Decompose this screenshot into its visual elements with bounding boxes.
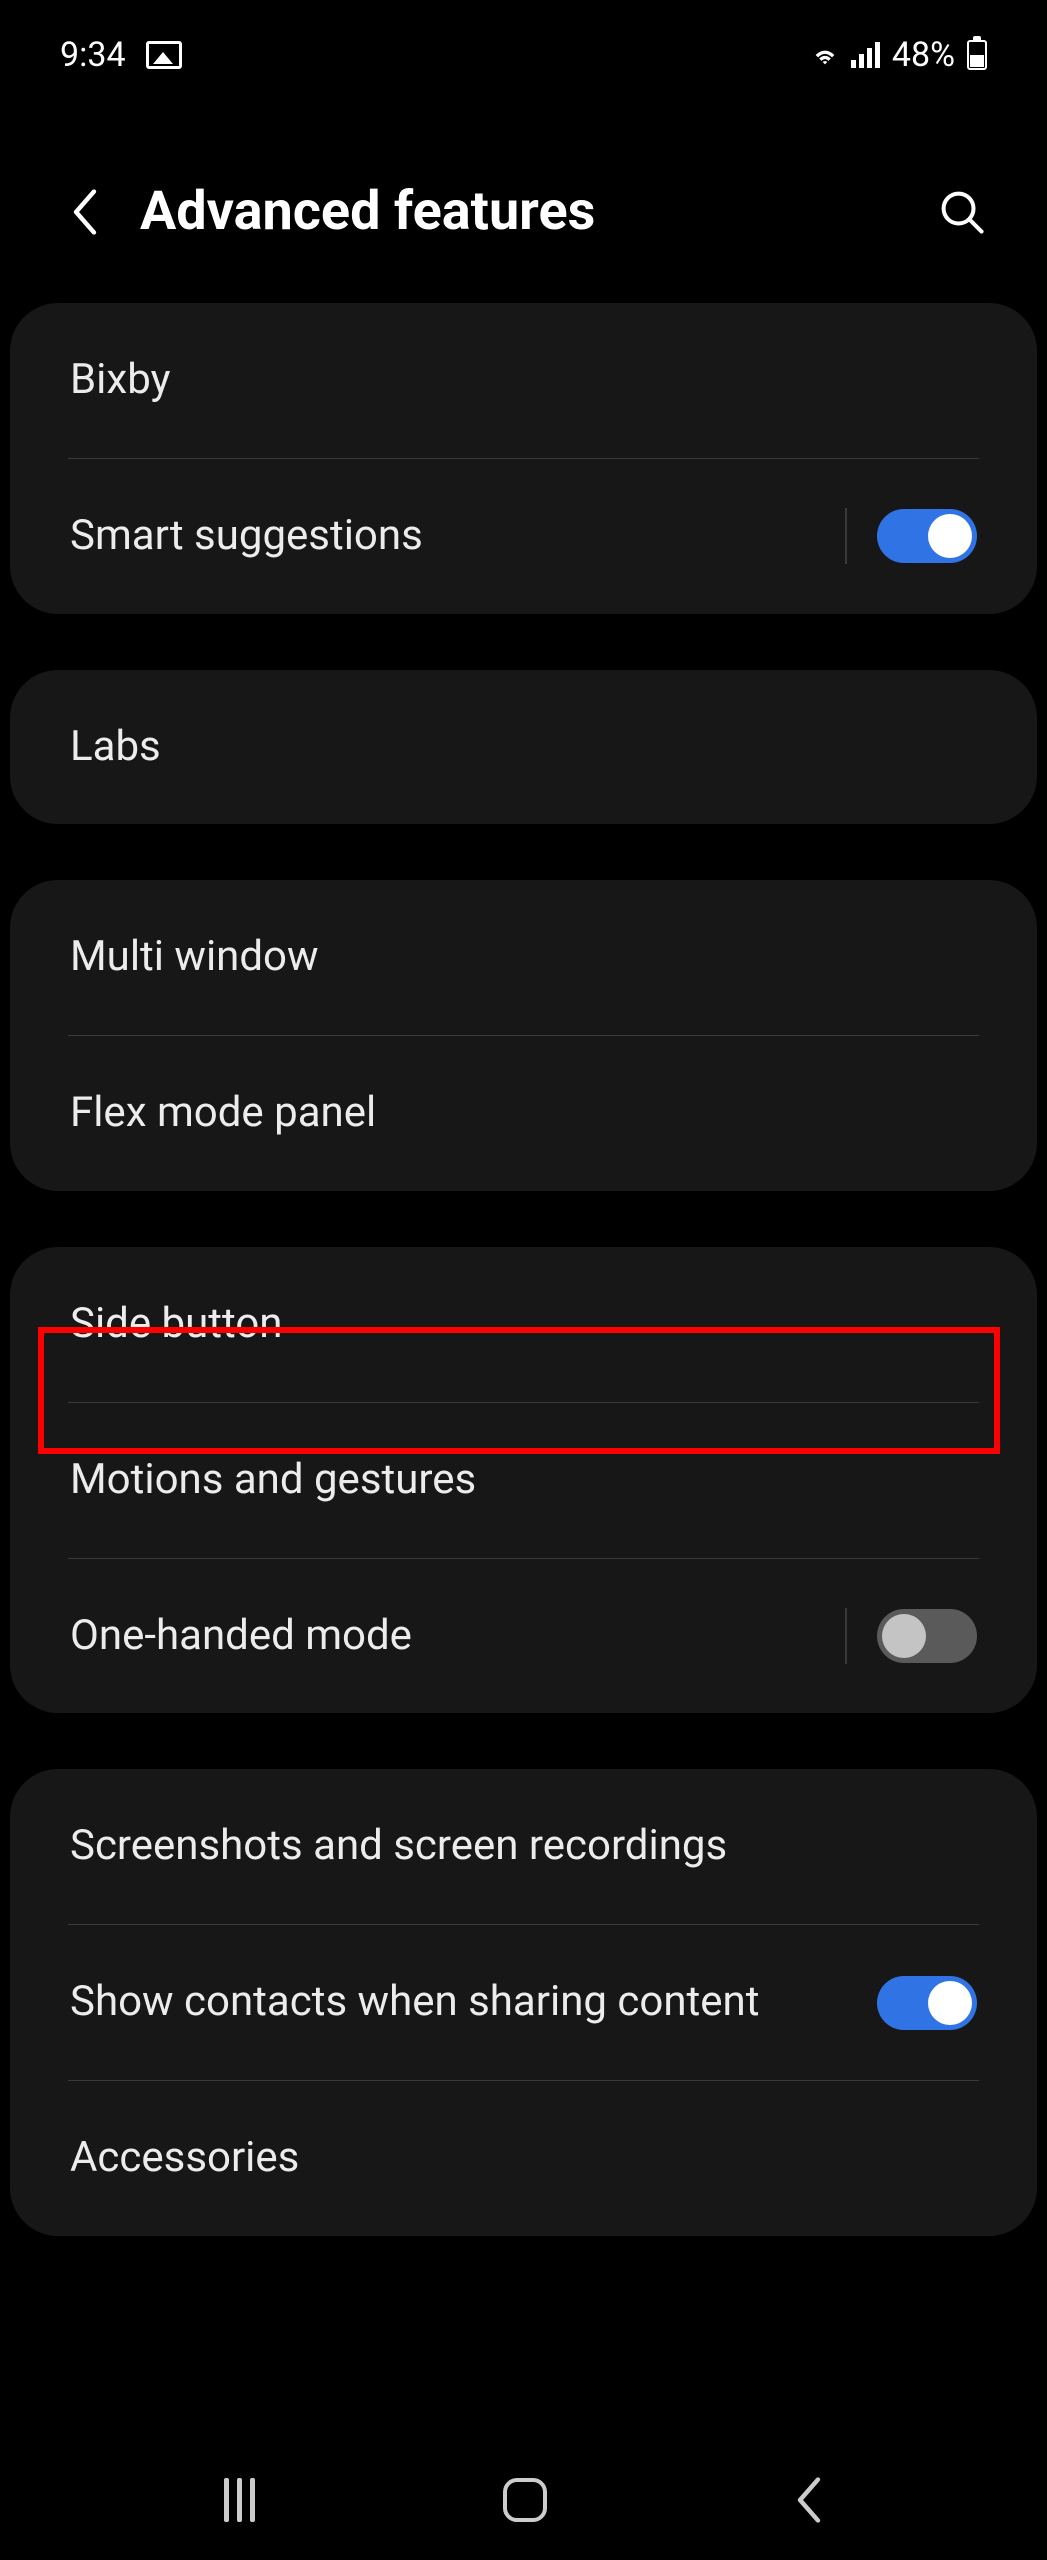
back-button[interactable] xyxy=(60,187,110,237)
toggle-container xyxy=(845,508,977,564)
page-title: Advanced features xyxy=(140,180,907,243)
nav-recents-button[interactable] xyxy=(224,2478,255,2522)
nav-back-button[interactable] xyxy=(795,2477,823,2523)
toggle-switch[interactable] xyxy=(877,509,977,563)
item-label: Flex mode panel xyxy=(70,1084,977,1143)
header: Advanced features xyxy=(0,100,1047,303)
list-item-flex-mode-panel[interactable]: Flex mode panel xyxy=(10,1036,1037,1191)
wifi-icon xyxy=(811,43,839,67)
signal-icon xyxy=(851,42,880,68)
list-item-smart-suggestions[interactable]: Smart suggestions xyxy=(10,459,1037,614)
search-button[interactable] xyxy=(937,187,987,237)
image-notification-icon xyxy=(146,41,182,69)
settings-group: Multi window Flex mode panel xyxy=(10,880,1037,1191)
item-label: Bixby xyxy=(70,351,977,410)
navigation-bar xyxy=(0,2440,1047,2560)
item-label: Smart suggestions xyxy=(70,507,845,566)
chevron-left-icon xyxy=(71,189,99,235)
item-label: Show contacts when sharing content xyxy=(70,1973,877,2032)
list-item-screenshots-and-screen-recordings[interactable]: Screenshots and screen recordings xyxy=(10,1769,1037,1924)
list-item-accessories[interactable]: Accessories xyxy=(10,2081,1037,2236)
item-label: Accessories xyxy=(70,2129,977,2188)
vertical-divider xyxy=(845,1608,847,1664)
item-label: Multi window xyxy=(70,928,977,987)
item-label: One-handed mode xyxy=(70,1607,845,1666)
toggle-knob xyxy=(882,1614,926,1658)
list-item-bixby[interactable]: Bixby xyxy=(10,303,1037,458)
vertical-divider xyxy=(845,508,847,564)
settings-group: Bixby Smart suggestions xyxy=(10,303,1037,614)
list-item-labs[interactable]: Labs xyxy=(10,670,1037,825)
list-item-multi-window[interactable]: Multi window xyxy=(10,880,1037,1035)
toggle-knob xyxy=(928,514,972,558)
battery-percent: 48% xyxy=(892,35,955,75)
settings-content: Bixby Smart suggestions Labs Multi window Fl… xyxy=(0,303,1047,2236)
settings-group: Side button Motions and gestures One-hande… xyxy=(10,1247,1037,1713)
item-label: Screenshots and screen recordings xyxy=(70,1817,977,1876)
toggle-switch[interactable] xyxy=(877,1976,977,2030)
status-right: 48% xyxy=(811,35,987,75)
status-time: 9:34 xyxy=(60,35,126,75)
nav-home-button[interactable] xyxy=(503,2478,547,2522)
settings-group: Screenshots and screen recordings Show co… xyxy=(10,1769,1037,2235)
item-label: Motions and gestures xyxy=(70,1451,977,1510)
item-label: Side button xyxy=(70,1295,977,1354)
toggle-switch[interactable] xyxy=(877,1609,977,1663)
battery-icon xyxy=(967,40,987,70)
item-label: Labs xyxy=(70,718,977,777)
toggle-container xyxy=(845,1608,977,1664)
toggle-container xyxy=(877,1976,977,2030)
search-icon xyxy=(939,189,985,235)
toggle-knob xyxy=(928,1981,972,2025)
list-item-show-contacts-when-sharing-content[interactable]: Show contacts when sharing content xyxy=(10,1925,1037,2080)
list-item-side-button[interactable]: Side button xyxy=(10,1247,1037,1402)
settings-group: Labs xyxy=(10,670,1037,825)
list-item-one-handed-mode[interactable]: One-handed mode xyxy=(10,1559,1037,1714)
status-bar: 9:34 48% xyxy=(0,0,1047,100)
status-left: 9:34 xyxy=(60,35,182,75)
list-item-motions-and-gestures[interactable]: Motions and gestures xyxy=(10,1403,1037,1558)
